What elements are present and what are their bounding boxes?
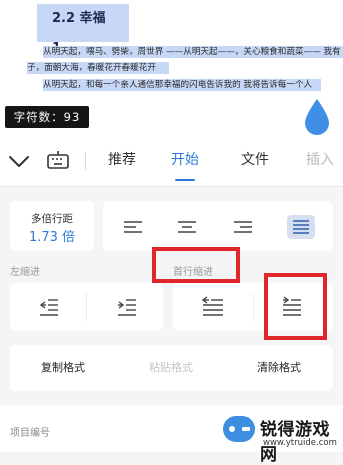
document-line-2[interactable]: 子，面朝大海，春暖花开春暖花开: [27, 62, 169, 74]
watermark-url: www.ytruide.com: [263, 438, 337, 448]
left-indent-label: 左缩进: [10, 267, 40, 278]
format-group: 复制格式 粘贴格式 清除格式: [10, 345, 333, 391]
document-heading[interactable]: 2.2 幸福1: [37, 4, 129, 56]
align-left-icon[interactable]: [119, 215, 147, 239]
copy-format-button[interactable]: 复制格式: [10, 345, 116, 391]
document-line-1[interactable]: 从明天起，喂马、劈柴，周世界 ——从明天起——，关心粮食和蔬菜—— 我有: [43, 46, 343, 58]
clear-format-button[interactable]: 清除格式: [226, 345, 332, 391]
alignment-group: [103, 201, 333, 251]
annotation-box-button: [264, 273, 327, 340]
tab-file[interactable]: 文件: [230, 136, 280, 186]
watermark-logo: [223, 416, 255, 442]
align-center-icon[interactable]: [173, 215, 201, 239]
tab-insert[interactable]: 插入: [297, 136, 343, 186]
paste-format-button[interactable]: 粘贴格式: [118, 345, 224, 391]
line-spacing-button[interactable]: 多倍行距 1.73 倍: [10, 201, 94, 251]
selection-handle-icon[interactable]: [303, 98, 331, 136]
document-line-3[interactable]: 从明天起，和每一个亲人通信那幸福的闪电告诉我的 我将告诉每一个人: [43, 79, 321, 91]
decrease-indent-icon[interactable]: [10, 283, 90, 331]
collapse-chevron-icon[interactable]: [7, 149, 31, 173]
align-right-icon[interactable]: [229, 215, 257, 239]
keyboard-icon[interactable]: [46, 149, 70, 173]
tab-separator: [85, 152, 86, 170]
active-tab-indicator: [175, 179, 195, 181]
ribbon-tab-bar: 推荐 开始 文件 插入: [0, 136, 343, 187]
char-count-badge: 字符数：93: [5, 106, 89, 128]
align-justify-icon[interactable]: [287, 215, 315, 239]
document-canvas[interactable]: 2.2 幸福1 从明天起，喂马、劈柴，周世界 ——从明天起——，关心粮食和蔬菜—…: [0, 0, 343, 136]
numbering-label: 项目编号: [10, 428, 50, 439]
line-spacing-label: 多倍行距: [31, 213, 73, 225]
decrease-first-line-indent-icon[interactable]: [173, 283, 253, 331]
annotation-box-label: [152, 247, 240, 283]
tab-recommend[interactable]: 推荐: [97, 136, 147, 186]
increase-indent-icon[interactable]: [86, 283, 166, 331]
line-spacing-value: 1.73 倍: [28, 230, 76, 245]
left-indent-group: [10, 283, 163, 331]
